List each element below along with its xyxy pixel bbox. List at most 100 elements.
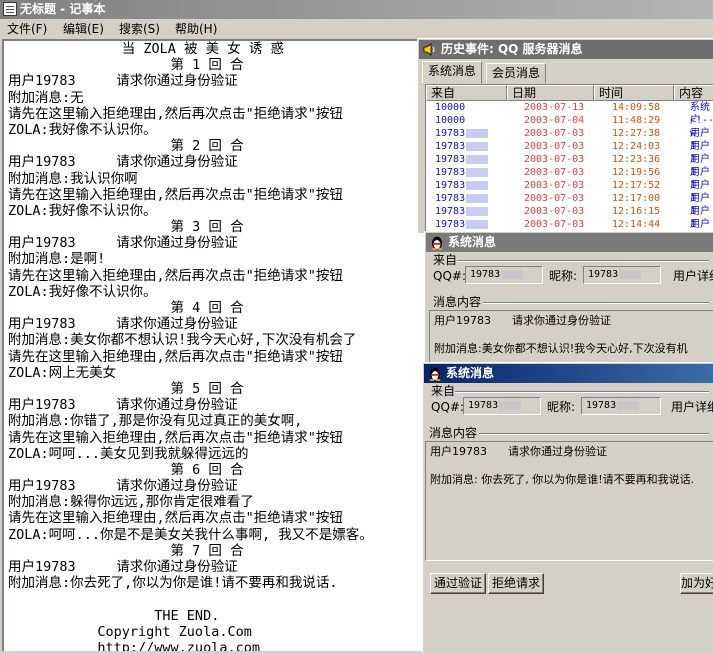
history-row[interactable]: 19783 2003-07-03 12:24:03 用户1 <box>426 140 713 165</box>
text-line: 第 2 回 合 <box>8 138 244 155</box>
reject-request-button[interactable]: 拒绝请求 <box>488 573 544 594</box>
history-row[interactable]: 19783 2003-07-03 12:17:52 用户1 <box>426 179 713 204</box>
text-line: ZOLA:呵呵...美女见到我就躲得远远的 <box>8 445 249 462</box>
history-time-cell: 12:16:15 <box>612 206 661 217</box>
from-divider-1 <box>457 260 709 262</box>
add-friend-button[interactable]: 加为好友 <box>680 573 713 594</box>
history-row[interactable]: 10000 2003-07-13 14:09:58 系统广 <box>426 101 713 126</box>
text-line: 第 4 回 合 <box>8 300 244 316</box>
text-line: 附加消息:是啊! <box>8 251 106 268</box>
text-line: 当 ZOLA 被 美 女 诱 惑 <box>8 41 285 57</box>
tab-system-messages[interactable]: 系统消息 <box>422 61 482 83</box>
redacted-digits <box>466 180 489 190</box>
column-content[interactable]: 内容 <box>674 85 713 101</box>
text-line: ZOLA:呵呵...你是不是美女关我什么事啊, 我又不是嫖客。 <box>8 526 373 543</box>
text-line: 第 1 回 合 <box>8 57 244 74</box>
text-line: 第 7 回 合 <box>8 542 244 559</box>
history-row[interactable]: 10000 2003-07-04 11:48:29 <!--w <box>426 114 713 139</box>
history-time-cell: 12:17:52 <box>612 180 661 191</box>
system-message-title-2: 系统消息 <box>446 366 495 380</box>
notepad-title-bar[interactable]: 无标题 - 记事本 <box>0 0 713 19</box>
text-line: 请先在这里输入拒绝理由,然后再次点击"拒绝请求"按钮 <box>8 186 343 203</box>
nickname-field-2: 19783 <box>581 397 661 415</box>
history-time-cell: 12:19:56 <box>612 167 661 178</box>
text-line: 第 3 回 合 <box>8 219 244 236</box>
qq-penguin-icon <box>431 236 443 250</box>
message-content-box-1[interactable]: 用户19783 请求你通过身份验证 附加消息:美女你都不想认识!我今天心好,下次… <box>429 310 713 367</box>
history-from-cell: 19783 <box>435 166 489 179</box>
history-title-bar[interactable]: 历史事件: QQ 服务器消息 <box>419 40 713 59</box>
menu-help[interactable]: 帮助(H) <box>175 19 217 39</box>
nickname-label-2: 昵称: <box>547 400 576 414</box>
text-line: 附加消息:你错了,那是你没有见过真正的美女啊, <box>8 413 303 430</box>
text-line: 第 6 回 合 <box>8 461 244 478</box>
speaker-icon <box>423 43 435 56</box>
user-details-link-2[interactable]: 用户详细 <box>671 400 713 414</box>
redacted-digits <box>466 167 489 177</box>
notepad-icon <box>3 2 17 16</box>
history-time-cell: 12:24:03 <box>612 141 661 152</box>
redacted-digits <box>466 193 489 203</box>
history-row[interactable]: 197832003-07-0312:14:44用户1 <box>426 218 713 233</box>
column-time[interactable]: 时间 <box>594 85 674 101</box>
redacted-digits <box>466 206 489 216</box>
text-line: 请先在这里输入拒绝理由,然后再次点击"拒绝请求"按钮 <box>8 429 343 446</box>
history-from-cell: 19783 <box>435 218 489 231</box>
history-time-cell: 14:09:58 <box>612 102 661 113</box>
history-from-cell: 19783 <box>435 140 489 153</box>
column-from[interactable]: 来自 <box>426 85 507 101</box>
redacted-digits <box>466 154 489 164</box>
history-from-cell: 19783 <box>435 153 489 166</box>
history-time-cell: 12:23:36 <box>612 154 661 165</box>
accept-verification-button[interactable]: 通过验证 <box>430 573 486 594</box>
text-line: 附加消息:你去死了,你以为你是谁!请不要再和我说话. <box>8 575 338 592</box>
qq-number-field-1: 19783 <box>465 266 543 284</box>
text-line: 用户19783 请求你通过身份验证 <box>8 235 238 252</box>
history-row[interactable]: 19783 2003-07-03 12:27:38 用户1 <box>426 127 713 152</box>
history-row[interactable]: 19783 2003-07-03 12:23:36 用户1 <box>426 153 713 178</box>
notepad-text: 当 ZOLA 被 美 女 诱 惑 第 1 回 合用户19783 请求你通过身份验… <box>8 41 373 651</box>
history-list[interactable]: 来自 日期 时间 内容 10000 2003-07-13 14:09:58 系统广 10… <box>425 84 713 234</box>
history-time-cell: 12:27:38 <box>612 128 661 139</box>
history-from-cell: 10000 <box>435 102 466 113</box>
history-date-cell: 2003-07-03 <box>524 193 585 204</box>
text-line: 用户19783 请求你通过身份验证 <box>8 154 238 171</box>
content-divider-1 <box>483 302 709 304</box>
text-line: 附加消息:躲得你远远,那你肯定很难看了 <box>8 494 254 511</box>
history-date-cell: 2003-07-03 <box>524 206 585 217</box>
text-line: 附加消息:无 <box>8 89 84 106</box>
text-line: http://www.zuola.com <box>8 639 260 651</box>
text-line: THE END. <box>8 607 220 624</box>
menu-search[interactable]: 搜索(S) <box>119 19 160 39</box>
from-label-2: 来自 <box>431 384 456 398</box>
history-date-cell: 2003-07-03 <box>524 128 585 139</box>
user-details-link-1[interactable]: 用户详细 <box>673 269 713 283</box>
text-line: 请先在这里输入拒绝理由,然后再次点击"拒绝请求"按钮 <box>8 348 343 365</box>
text-line: 请先在这里输入拒绝理由,然后再次点击"拒绝请求"按钮 <box>8 105 343 122</box>
history-from-cell: 19783 <box>435 179 489 192</box>
system-message-title-bar-1[interactable]: 系统消息 <box>426 233 713 252</box>
menu-edit[interactable]: 编辑(E) <box>63 19 104 39</box>
text-line: 第 5 回 合 <box>8 380 244 397</box>
menu-file[interactable]: 文件(F) <box>7 19 47 39</box>
text-line: 请先在这里输入拒绝理由,然后再次点击"拒绝请求"按钮 <box>8 267 343 284</box>
tab-member-messages[interactable]: 会员消息 <box>486 63 546 83</box>
history-row[interactable]: 19783 2003-07-03 12:19:56 用户1 <box>426 166 713 191</box>
qq-label-1: QQ#: <box>433 269 466 283</box>
history-time-cell: 11:48:29 <box>612 115 661 126</box>
history-date-cell: 2003-07-03 <box>524 167 585 178</box>
system-message-title-bar-2[interactable]: 系统消息 <box>424 364 713 383</box>
text-line <box>8 591 373 607</box>
history-date-cell: 2003-07-03 <box>524 180 585 191</box>
text-line: 用户19783 请求你通过身份验证 <box>8 397 238 414</box>
history-date-cell: 2003-07-13 <box>524 102 585 113</box>
history-from-cell: 19783 <box>435 205 489 218</box>
history-row[interactable]: 19783 2003-07-03 12:16:15 用户1 <box>426 205 713 230</box>
history-from-cell: 19783 <box>435 192 489 205</box>
column-date[interactable]: 日期 <box>507 85 594 101</box>
history-row[interactable]: 19783 2003-07-03 12:17:00 用户1 <box>426 192 713 217</box>
redacted-digits <box>466 219 489 229</box>
history-time-cell: 12:17:00 <box>612 193 661 204</box>
message-content-box-2[interactable]: 用户19783 请求你通过身份验证 附加消息: 你去死了, 你以为你是谁!请不要… <box>425 441 713 561</box>
text-line: 用户19783 请求你通过身份验证 <box>8 478 238 495</box>
